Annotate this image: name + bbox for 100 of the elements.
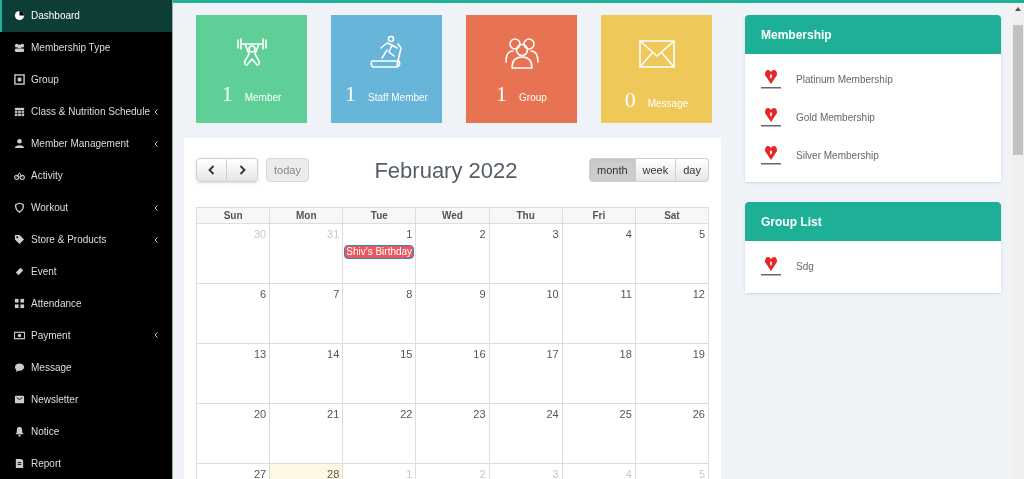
- list-item-name[interactable]: Gold Membership: [796, 109, 875, 125]
- day-cell[interactable]: 17: [489, 344, 563, 404]
- pie-chart-icon: [14, 10, 25, 22]
- day-number: 15: [400, 347, 414, 362]
- day-number: 12: [692, 287, 706, 302]
- day-number: 5: [698, 227, 706, 242]
- day-cell[interactable]: 11: [562, 284, 636, 344]
- sidebar-item[interactable]: Class & Nutrition Schedule: [0, 95, 172, 128]
- day-cell[interactable]: 20: [197, 404, 271, 464]
- scroll-up-arrow-icon[interactable]: [1015, 7, 1021, 11]
- stat-label: Member: [244, 91, 282, 105]
- envelope-icon: [14, 393, 25, 405]
- sidebar-item[interactable]: Notice: [0, 415, 172, 448]
- day-cell[interactable]: 12: [635, 284, 709, 344]
- person-icon: [14, 138, 25, 150]
- day-cell[interactable]: 1 Shiv's Birthday: [343, 224, 417, 284]
- sidebar-item[interactable]: Store & Products: [0, 223, 172, 256]
- heart-logo-icon: [758, 68, 784, 90]
- sidebar-item[interactable]: Group: [0, 63, 172, 96]
- list-item-name[interactable]: Sdg: [796, 258, 814, 274]
- frame-icon: [14, 74, 25, 86]
- day-cell[interactable]: 10: [489, 284, 563, 344]
- day-cell[interactable]: 14: [270, 344, 344, 404]
- day-number: 16: [473, 347, 487, 362]
- day-cell[interactable]: 23: [416, 404, 490, 464]
- day-cell[interactable]: 7: [270, 284, 344, 344]
- day-cell[interactable]: 3: [489, 224, 563, 284]
- stat-count: 1: [496, 80, 508, 108]
- sidebar-item[interactable]: Report: [0, 447, 172, 479]
- day-cell[interactable]: 5: [635, 224, 709, 284]
- day-cell[interactable]: 2: [416, 224, 490, 284]
- day-cell[interactable]: 19: [635, 344, 709, 404]
- chevron-right-icon: [238, 165, 246, 175]
- day-number: 28: [327, 467, 341, 479]
- stat-label: Group: [519, 91, 547, 105]
- list-item-name[interactable]: Silver Membership: [796, 147, 879, 163]
- stat-label: Message: [647, 97, 689, 111]
- sidebar-item[interactable]: Newsletter: [0, 383, 172, 416]
- stat-count: 1: [345, 80, 357, 108]
- day-cell[interactable]: 21: [270, 404, 344, 464]
- day-cell[interactable]: 6: [197, 284, 271, 344]
- day-number: 23: [473, 407, 487, 422]
- day-number: 7: [333, 287, 341, 302]
- day-number: 11: [620, 287, 633, 302]
- day-number: 18: [619, 347, 633, 362]
- day-number: 20: [253, 407, 268, 422]
- panel-title: Membership: [745, 15, 1001, 54]
- day-cell[interactable]: 26: [635, 404, 709, 464]
- ticket-icon: [14, 265, 25, 277]
- scrollbar[interactable]: [1012, 3, 1024, 479]
- day-cell[interactable]: 18: [562, 344, 636, 404]
- day-cell[interactable]: 13: [197, 344, 271, 404]
- day-cell[interactable]: 28: [270, 464, 344, 479]
- day-cell[interactable]: 4: [562, 224, 636, 284]
- stat-count: 1: [221, 80, 233, 108]
- view-tab[interactable]: month: [589, 158, 636, 182]
- day-cell[interactable]: 9: [416, 284, 490, 344]
- day-cell[interactable]: 24: [489, 404, 563, 464]
- grid-icon: [14, 297, 25, 309]
- sidebar-item[interactable]: Membership Type: [0, 31, 172, 64]
- day-number: 1: [406, 227, 414, 242]
- day-number: 21: [327, 407, 341, 422]
- day-number: 10: [546, 287, 560, 302]
- day-number: 6: [260, 287, 268, 302]
- stat-label: Staff Member: [368, 91, 428, 105]
- sidebar-item[interactable]: Member Management: [0, 127, 172, 160]
- month-title: February 2022: [373, 156, 519, 185]
- list-item-name[interactable]: Platinum Membership: [796, 71, 893, 87]
- previous-button[interactable]: [196, 158, 227, 182]
- day-number: 13: [253, 347, 268, 362]
- chevron-left-icon: [208, 165, 215, 175]
- day-cell[interactable]: 25: [562, 404, 636, 464]
- next-button[interactable]: [227, 158, 258, 182]
- day-number: 4: [625, 227, 633, 242]
- day-number: 27: [253, 467, 268, 479]
- day-number: 17: [546, 347, 560, 362]
- day-cell[interactable]: 16: [416, 344, 490, 404]
- sidebar-item[interactable]: Attendance: [0, 287, 172, 320]
- day-cell[interactable]: 22: [343, 404, 417, 464]
- weekday-header: Mon: [270, 208, 344, 224]
- weekday-header: Thu: [489, 208, 563, 224]
- weekday-header: Sat: [635, 208, 709, 224]
- scrollbar-thumb[interactable]: [1013, 25, 1023, 155]
- sidebar-item[interactable]: Message: [0, 351, 172, 384]
- people-icon: [14, 42, 25, 54]
- sidebar-item[interactable]: Workout: [0, 191, 172, 224]
- sidebar-item[interactable]: Activity: [0, 159, 172, 192]
- sidebar-item[interactable]: Dashboard: [0, 0, 172, 32]
- sidebar-item[interactable]: Payment: [0, 319, 172, 352]
- view-tab[interactable]: day: [676, 158, 709, 182]
- sidebar-item[interactable]: Event: [0, 255, 172, 288]
- day-cell[interactable]: 8: [343, 284, 417, 344]
- weekday-header: Fri: [562, 208, 636, 224]
- day-number: 22: [400, 407, 414, 422]
- day-number: 26: [692, 407, 706, 422]
- stat-count: 0: [624, 86, 636, 114]
- view-tab[interactable]: week: [635, 158, 677, 182]
- bicycle-icon: [14, 170, 25, 182]
- heart-logo-icon: [758, 106, 784, 128]
- day-cell[interactable]: 15: [343, 344, 417, 404]
